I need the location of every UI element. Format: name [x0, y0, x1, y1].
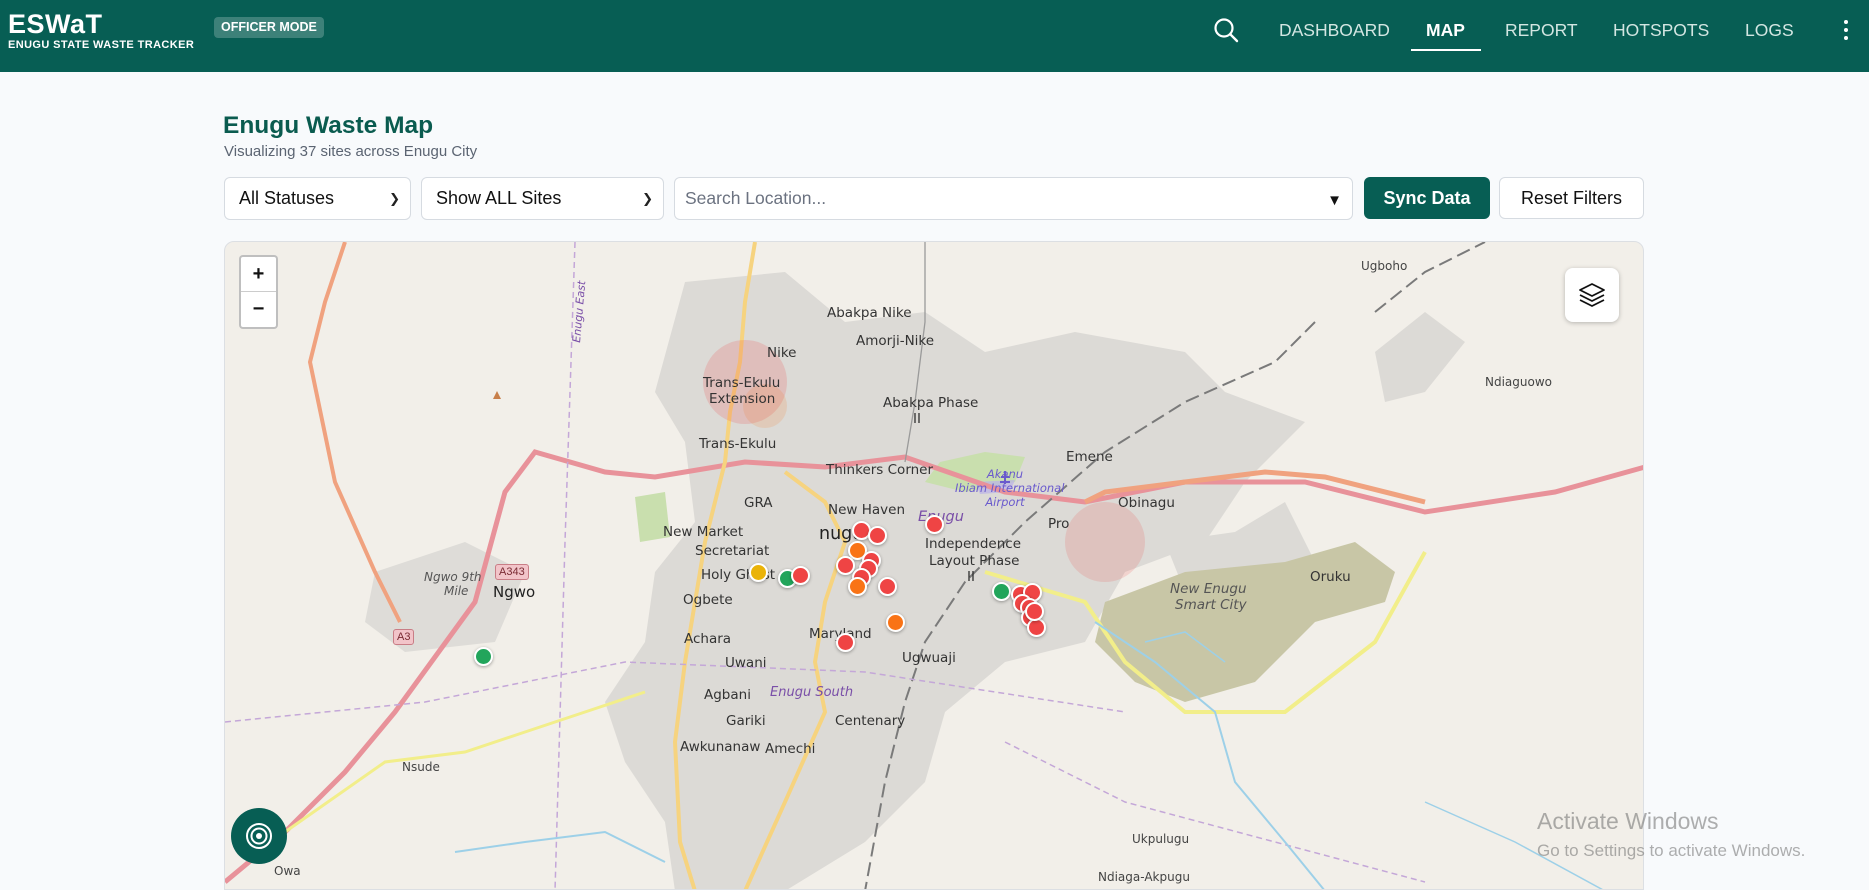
- place-label: New Enugu: [1170, 581, 1247, 597]
- windows-watermark-subtitle: Go to Settings to activate Windows.: [1537, 841, 1806, 860]
- waste-site-marker-pending[interactable]: [885, 612, 905, 632]
- place-label: Smart City: [1175, 597, 1247, 613]
- waste-site-marker-cleared[interactable]: [991, 581, 1011, 601]
- chevron-down-icon: ❯: [642, 191, 653, 206]
- waste-site-marker-critical[interactable]: [835, 555, 855, 575]
- page-subtitle: Visualizing 37 sites across Enugu City: [224, 143, 478, 160]
- nav-report[interactable]: REPORT: [1505, 20, 1578, 41]
- sites-filter-value: Show ALL Sites: [436, 188, 562, 208]
- place-label: Ndiaguowo: [1485, 375, 1553, 389]
- place-label: Ndiaga-Akpugu: [1098, 870, 1190, 884]
- nav-hotspots[interactable]: HOTSPOTS: [1613, 20, 1709, 41]
- brand[interactable]: ESWaT ENUGU STATE WASTE TRACKER: [8, 10, 194, 51]
- waste-site-marker-cleared[interactable]: [473, 646, 493, 666]
- waste-site-marker-pending[interactable]: [847, 576, 867, 596]
- nav-logs[interactable]: LOGS: [1745, 20, 1794, 41]
- status-filter-value: All Statuses: [239, 188, 335, 208]
- place-label: Amorji-Nike: [856, 333, 935, 349]
- place-label: Amechi: [765, 741, 816, 757]
- place-label: Mile: [444, 584, 469, 598]
- place-label: II: [967, 569, 975, 585]
- place-label: Thinkers Corner: [826, 462, 934, 478]
- waste-map[interactable]: Abakpa Nike Amorji-Nike Nike Trans-Ekulu…: [224, 241, 1644, 890]
- dropdown-triangle-icon[interactable]: ▼: [1327, 192, 1342, 209]
- nav-map[interactable]: MAP: [1426, 20, 1465, 41]
- search-icon[interactable]: [1212, 16, 1240, 44]
- kebab-menu-icon[interactable]: [1840, 18, 1852, 44]
- place-label: Centenary: [835, 713, 906, 729]
- waste-site-marker-critical[interactable]: [867, 525, 887, 545]
- status-filter-select[interactable]: All Statuses ❯: [224, 177, 411, 220]
- waste-site-marker-critical[interactable]: [924, 514, 944, 534]
- road-shield: A343: [495, 564, 529, 580]
- place-label: Nike: [767, 345, 797, 361]
- zoom-control: + −: [239, 255, 278, 329]
- place-label: GRA: [744, 495, 773, 511]
- place-label: II: [913, 411, 921, 427]
- place-label: Ogbete: [683, 592, 733, 608]
- place-label: New Haven: [828, 502, 906, 518]
- waste-site-marker-moderate[interactable]: [748, 562, 768, 582]
- place-label: Trans-Ekulu: [703, 375, 781, 391]
- place-label: Gariki: [726, 713, 766, 729]
- place-label: Pro: [1048, 516, 1070, 532]
- place-label: Awkunanaw: [680, 739, 761, 755]
- place-label: Owa: [274, 864, 301, 878]
- place-label: New Market: [663, 524, 744, 540]
- airport-label: Airport: [985, 495, 1025, 509]
- waste-site-marker-critical[interactable]: [835, 632, 855, 652]
- officer-mode-badge: OFFICER MODE: [214, 17, 324, 38]
- zoom-in-button[interactable]: +: [241, 257, 276, 292]
- place-label: Abakpa Nike: [827, 305, 912, 321]
- airport-label: Ibiam International: [955, 481, 1065, 495]
- layers-icon[interactable]: [1565, 268, 1619, 322]
- location-search-input[interactable]: [685, 178, 1305, 219]
- brand-subtitle: ENUGU STATE WASTE TRACKER: [8, 39, 195, 51]
- location-search[interactable]: ▼: [674, 177, 1353, 220]
- place-label: Emene: [1066, 449, 1113, 465]
- place-label: Trans-Ekulu: [699, 436, 777, 452]
- windows-watermark-title: Activate Windows: [1537, 808, 1719, 834]
- place-label: Uwani: [725, 655, 767, 671]
- sync-data-button[interactable]: Sync Data: [1364, 177, 1490, 219]
- place-label: Abakpa Phase: [883, 395, 979, 411]
- zoom-out-button[interactable]: −: [241, 292, 276, 327]
- nav-dashboard[interactable]: DASHBOARD: [1279, 20, 1390, 41]
- district-label: Enugu South: [770, 685, 854, 700]
- place-label: Ugboho: [1361, 259, 1408, 273]
- active-nav-underline: [1411, 49, 1481, 51]
- place-label: Obinagu: [1118, 495, 1175, 511]
- place-label: Ngwo: [493, 583, 536, 601]
- road-shield: A3: [393, 629, 415, 645]
- place-label: Oruku: [1310, 569, 1351, 585]
- waste-site-marker-critical[interactable]: [790, 565, 810, 585]
- place-label: Ugwuaji: [902, 650, 956, 666]
- top-navbar: ESWaT ENUGU STATE WASTE TRACKER OFFICER …: [0, 0, 1869, 72]
- brand-name: ESWaT: [8, 9, 103, 39]
- place-label: Secretariat: [695, 543, 770, 559]
- place-label: Ngwo 9th: [424, 570, 482, 584]
- airport-label: Akanu: [986, 467, 1024, 481]
- waste-site-marker-critical[interactable]: [877, 576, 897, 596]
- place-label: Agbani: [704, 687, 751, 703]
- place-label: Layout Phase: [929, 553, 1020, 569]
- place-label: Nsude: [402, 760, 440, 774]
- page-title: Enugu Waste Map: [223, 112, 434, 139]
- place-label: Akanu Ibiam International Airport: [955, 467, 1065, 509]
- place-label: Independence: [925, 536, 1022, 552]
- place-label: Extension: [709, 391, 776, 407]
- chevron-down-icon: ❯: [389, 191, 400, 206]
- place-label: Ukpulugu: [1132, 832, 1190, 846]
- sites-filter-select[interactable]: Show ALL Sites ❯: [421, 177, 664, 220]
- reset-filters-button[interactable]: Reset Filters: [1499, 177, 1644, 219]
- target-icon[interactable]: [231, 808, 287, 864]
- waste-site-marker-critical[interactable]: [1024, 601, 1044, 621]
- place-label: Achara: [684, 631, 732, 647]
